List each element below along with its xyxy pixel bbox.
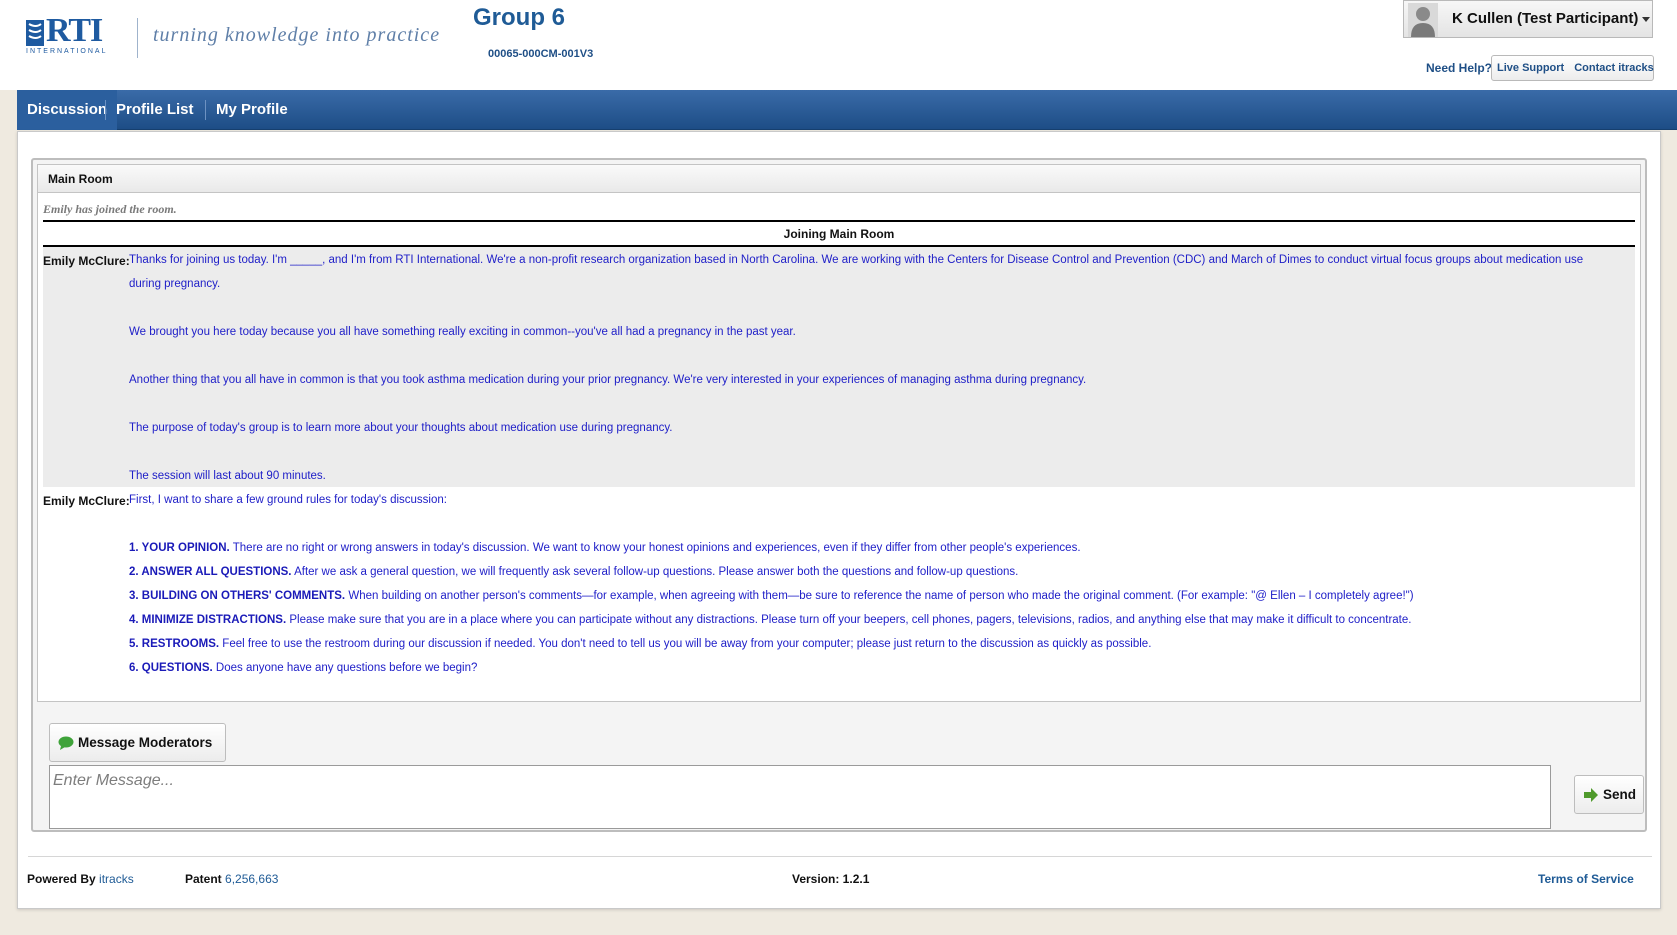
rule-heading: 4. MINIMIZE DISTRACTIONS.	[129, 614, 287, 626]
rule-text: Does anyone have any questions before we…	[212, 662, 478, 674]
ground-rule: 4. MINIMIZE DISTRACTIONS. Please make su…	[129, 614, 1411, 626]
tagline: turning knowledge into practice	[153, 24, 441, 46]
group-title: Group 6	[473, 4, 566, 31]
message-text: Thanks for joining us today. I'm _____, …	[129, 254, 1584, 266]
rule-heading: 5. RESTROOMS.	[129, 638, 220, 650]
system-join-notice: Emily has joined the room.	[43, 202, 177, 216]
chat-message: Emily McClure: Thanks for joining us tod…	[43, 247, 1635, 487]
ground-rule: 3. BUILDING ON OTHERS' COMMENTS. When bu…	[129, 590, 1414, 602]
rule-text: There are no right or wrong answers in t…	[229, 542, 1081, 554]
logo-subtext: INTERNATIONAL	[26, 48, 108, 55]
powered-by-label: Powered By	[27, 872, 96, 886]
powered-by: Powered By itracks	[27, 872, 134, 886]
rule-heading: 6. QUESTIONS.	[129, 662, 213, 674]
message-text: First, I want to share a few ground rule…	[129, 494, 447, 506]
nav-tab-discussion[interactable]: Discussion	[17, 90, 118, 130]
user-menu[interactable]: K Cullen (Test Participant)	[1403, 0, 1653, 38]
rule-text: After we ask a general question, we will…	[291, 566, 1019, 578]
send-button[interactable]: Send	[1574, 775, 1644, 814]
logo-divider	[137, 18, 138, 58]
nav-tab-my-profile[interactable]: My Profile	[206, 90, 298, 130]
logo-text: RTI	[46, 12, 103, 49]
message-author: Emily McClure:	[43, 494, 130, 508]
rule-text: When building on another person's commen…	[345, 590, 1414, 602]
ground-rule: 1. YOUR OPINION. There are no right or w…	[129, 542, 1081, 554]
nav-tab-profile-list[interactable]: Profile List	[106, 90, 204, 130]
user-avatar-icon	[1408, 3, 1438, 37]
rule-heading: 3. BUILDING ON OTHERS' COMMENTS.	[129, 590, 346, 602]
message-moderators-button[interactable]: Message Moderators	[49, 723, 226, 762]
patent-link[interactable]: 6,256,663	[225, 872, 278, 886]
ground-rule: 6. QUESTIONS. Does anyone have any quest…	[129, 662, 477, 674]
terms-link-text[interactable]: Terms of Service	[1538, 872, 1634, 886]
ground-rule: 5. RESTROOMS. Feel free to use the restr…	[129, 638, 1151, 650]
chat-message: Emily McClure: First, I want to share a …	[43, 487, 1635, 677]
rule-heading: 2. ANSWER ALL QUESTIONS.	[129, 566, 292, 578]
message-text: Another thing that you all have in commo…	[129, 374, 1087, 386]
rule-heading: 1. YOUR OPINION.	[129, 542, 230, 554]
patent-info: Patent 6,256,663	[185, 872, 278, 886]
arrow-right-icon	[1584, 788, 1598, 802]
help-links: Live Support Contact itracks	[1491, 55, 1654, 81]
need-help-label: Need Help?	[1426, 61, 1493, 75]
message-text: The purpose of today's group is to learn…	[129, 422, 673, 434]
rule-text: Please make sure that you are in a place…	[286, 614, 1412, 626]
contact-itracks-link[interactable]: Contact itracks	[1569, 62, 1658, 74]
message-input[interactable]	[49, 765, 1551, 829]
footer-divider	[28, 856, 1652, 857]
main-nav: Discussion Profile List My Profile	[17, 90, 1677, 130]
message-text: during pregnancy.	[129, 278, 221, 290]
section-divider	[43, 220, 1635, 222]
message-text: We brought you here today because you al…	[129, 326, 796, 338]
group-code: 00065-000CM-001V3	[488, 48, 594, 60]
version-label: Version: 1.2.1	[792, 872, 870, 886]
send-label: Send	[1603, 787, 1637, 802]
main-panel: Main Room Emily has joined the room. Joi…	[17, 131, 1661, 909]
chat-transcript[interactable]: Main Room Emily has joined the room. Joi…	[37, 164, 1641, 702]
rule-text: Feel free to use the restroom during our…	[219, 638, 1152, 650]
ground-rule: 2. ANSWER ALL QUESTIONS. After we ask a …	[129, 566, 1018, 578]
chat-room-frame: Main Room Emily has joined the room. Joi…	[31, 158, 1647, 832]
section-title: Joining Main Room	[783, 227, 895, 241]
app-header: RTI INTERNATIONAL turning knowledge into…	[0, 0, 1677, 90]
itracks-link[interactable]: itracks	[99, 872, 134, 886]
patent-label: Patent	[185, 872, 222, 886]
message-moderators-label: Message Moderators	[78, 735, 213, 750]
speech-bubble-icon	[58, 736, 74, 750]
message-text: The session will last about 90 minutes.	[129, 470, 326, 482]
live-support-link[interactable]: Live Support	[1492, 62, 1569, 74]
user-name: K Cullen (Test Participant)	[1452, 10, 1639, 27]
rti-logo[interactable]: RTI INTERNATIONAL	[24, 12, 124, 58]
terms-of-service-link[interactable]: Terms of Service	[1538, 872, 1634, 886]
room-title: Main Room	[48, 172, 113, 186]
message-author: Emily McClure:	[43, 254, 130, 268]
rti-logo-mark-icon	[26, 20, 44, 46]
chevron-down-icon[interactable]	[1642, 17, 1650, 22]
room-title-bar: Main Room	[38, 165, 1640, 193]
